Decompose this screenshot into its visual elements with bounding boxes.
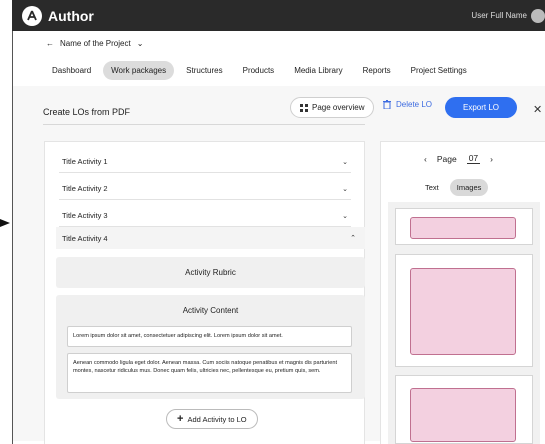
next-page-icon[interactable]: ›	[490, 154, 493, 164]
page-overview-label: Page overview	[312, 103, 365, 112]
activity-title: Title Activity 2	[62, 184, 108, 193]
view-mode-toggle: Text Images	[418, 179, 489, 196]
delete-lo-button[interactable]: Delete LO	[383, 100, 432, 109]
image-thumbnail[interactable]	[395, 208, 533, 245]
divider	[43, 124, 365, 125]
mode-text[interactable]: Text	[418, 179, 446, 196]
image-region[interactable]	[410, 217, 516, 239]
chevron-down-icon[interactable]: ⌄	[342, 185, 348, 193]
activity-title: Title Activity 3	[62, 211, 108, 220]
user-name[interactable]: User Full Name	[471, 11, 527, 20]
chevron-down-icon[interactable]: ⌄	[342, 212, 348, 220]
export-lo-button[interactable]: Export LO	[445, 97, 517, 118]
activity-rubric[interactable]: Activity Rubric	[56, 257, 365, 288]
pointer-arrow-icon	[0, 219, 10, 227]
nav-tabs: Dashboard Work packages Structures Produ…	[44, 61, 475, 80]
activity-content-title: Activity Content	[182, 306, 239, 315]
tab-reports[interactable]: Reports	[355, 61, 399, 80]
tab-work-packages[interactable]: Work packages	[103, 61, 175, 80]
project-name[interactable]: Name of the Project	[60, 39, 131, 48]
activity-title: Title Activity 4	[62, 233, 108, 243]
close-icon[interactable]: ✕	[533, 103, 542, 116]
text-block-2[interactable]: Aenean commodo ligula eget dolor. Aenean…	[67, 353, 352, 393]
prev-page-icon[interactable]: ‹	[424, 154, 427, 164]
plus-icon: +	[177, 413, 184, 425]
tab-project-settings[interactable]: Project Settings	[403, 61, 475, 80]
activity-content: Activity Content Lorem ipsum dolor sit a…	[56, 295, 365, 399]
image-region[interactable]	[410, 388, 516, 442]
top-bar: Author User Full Name	[12, 0, 545, 31]
activity-accordion-2[interactable]: Title Activity 2 ⌄	[59, 178, 351, 200]
tab-media-library[interactable]: Media Library	[286, 61, 350, 80]
activity-accordion-4[interactable]: Title Activity 4 ⌃	[56, 227, 365, 249]
image-region[interactable]	[410, 268, 516, 355]
text-block-1[interactable]: Lorem ipsum dolor sit amet, consectetuer…	[67, 326, 352, 347]
page-overview-button[interactable]: Page overview	[290, 97, 375, 118]
page-number-input[interactable]: 07	[466, 153, 481, 164]
author-logo-icon	[22, 5, 42, 26]
mode-images[interactable]: Images	[449, 179, 489, 196]
project-selector[interactable]: ← Name of the Project ⌄	[46, 39, 143, 48]
activity-accordion-3[interactable]: Title Activity 3 ⌄	[59, 205, 351, 227]
chevron-down-icon[interactable]: ⌄	[342, 158, 348, 166]
back-arrow-icon[interactable]: ←	[46, 39, 54, 48]
image-thumbnail[interactable]	[395, 375, 533, 444]
app-title: Author	[48, 7, 94, 24]
add-activity-button[interactable]: + Add Activity to LO	[166, 409, 258, 429]
grid-icon	[300, 103, 308, 112]
activity-accordion-1[interactable]: Title Activity 1 ⌄	[59, 151, 351, 173]
chevron-down-icon[interactable]: ⌄	[137, 39, 144, 48]
page-label: Page	[436, 153, 457, 164]
trash-icon	[383, 100, 391, 109]
activity-title: Title Activity 1	[62, 157, 108, 166]
delete-lo-label: Delete LO	[396, 100, 433, 109]
add-activity-label: Add Activity to LO	[187, 414, 247, 424]
page-title: Create LOs from PDF	[43, 107, 131, 117]
tab-products[interactable]: Products	[235, 61, 283, 80]
chevron-up-icon[interactable]: ⌃	[350, 234, 356, 242]
page-pager: ‹ Page 07 ›	[424, 153, 493, 164]
tab-dashboard[interactable]: Dashboard	[44, 61, 99, 80]
image-thumbnail[interactable]	[395, 254, 533, 367]
avatar[interactable]	[531, 8, 545, 23]
tab-structures[interactable]: Structures	[178, 61, 230, 80]
